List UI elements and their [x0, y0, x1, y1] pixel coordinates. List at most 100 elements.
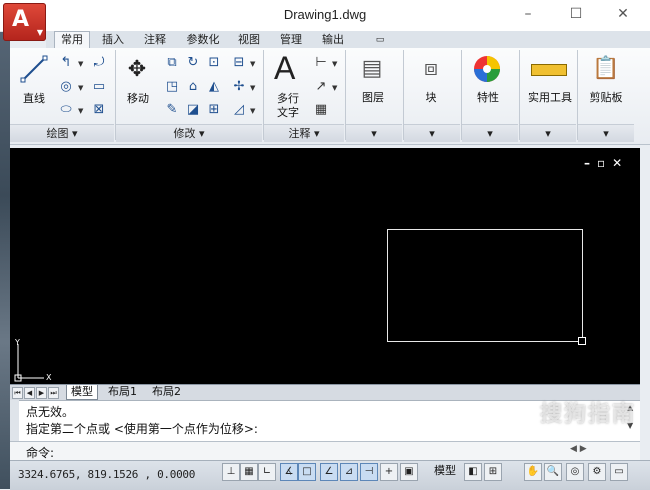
chevron-down-icon[interactable]: ▼: [78, 107, 83, 115]
hatch-icon[interactable]: ⊠: [90, 101, 108, 119]
autocad-logo-icon: A: [12, 7, 30, 32]
utilities-label[interactable]: 实用工具: [520, 89, 580, 105]
leader-icon[interactable]: ↗: [312, 78, 330, 96]
array-icon[interactable]: ⊞: [205, 101, 223, 119]
copy-icon[interactable]: ⧉: [163, 54, 181, 72]
clipboard-panel-expand[interactable]: ▾: [578, 124, 634, 142]
chevron-down-icon[interactable]: ▼: [332, 84, 337, 92]
prev-layout-icon[interactable]: ◀: [24, 387, 35, 399]
tab-view[interactable]: 视图: [232, 32, 266, 48]
dynamic-input-icon[interactable]: ⊣: [360, 463, 378, 481]
chevron-down-icon[interactable]: ▼: [78, 60, 83, 68]
model-space-button[interactable]: 模型: [434, 463, 456, 479]
rotate-icon[interactable]: ↻: [184, 54, 202, 72]
layers-icon[interactable]: ▤: [357, 54, 387, 84]
ribbon-minimize-icon[interactable]: ▭: [370, 32, 390, 48]
polyline-icon[interactable]: ↰: [57, 54, 75, 72]
rectangle-icon[interactable]: ▭: [90, 78, 108, 96]
object-snap-tracking-icon[interactable]: ∠: [320, 463, 338, 481]
steering-wheel-icon[interactable]: ◎: [566, 463, 584, 481]
table-icon[interactable]: ▦: [312, 101, 330, 119]
circle-icon[interactable]: ◎: [57, 78, 75, 96]
multiline-text-icon[interactable]: A: [274, 52, 302, 84]
lineweight-icon[interactable]: +: [380, 463, 398, 481]
modify-panel-title[interactable]: 修改 ▾: [116, 124, 262, 142]
chevron-down-icon[interactable]: ▼: [78, 84, 83, 92]
command-hscroll-icon[interactable]: ◀ ▶: [570, 444, 587, 454]
erase-icon[interactable]: ⊟: [230, 54, 248, 72]
quick-view-drawings-icon[interactable]: ⊞: [484, 463, 502, 481]
drawn-rectangle[interactable]: [387, 229, 583, 342]
paste-clipboard-icon[interactable]: 📋: [592, 54, 620, 84]
polar-tracking-icon[interactable]: ∡: [280, 463, 298, 481]
watermark: 搜狗指南: [540, 402, 637, 427]
ortho-icon[interactable]: ∟: [258, 463, 276, 481]
minimize-button[interactable]: –: [517, 4, 539, 24]
first-layout-icon[interactable]: ⏮: [12, 387, 23, 399]
scale-icon[interactable]: ⌂: [184, 78, 202, 96]
tab-model[interactable]: 模型: [66, 385, 98, 400]
ribbon-tab-bar: 常用 插入 注释 参数化 视图 管理 输出 ▭: [46, 31, 650, 48]
next-layout-icon[interactable]: ▶: [36, 387, 47, 399]
last-layout-icon[interactable]: ⏭: [48, 387, 59, 399]
fillet-icon[interactable]: ✎: [163, 101, 181, 119]
multiline-text-label-2[interactable]: 文字: [270, 104, 306, 120]
chevron-down-icon[interactable]: ▼: [332, 60, 337, 68]
offset-icon[interactable]: ◪: [184, 101, 202, 119]
block-label[interactable]: 块: [408, 89, 454, 105]
chamfer-icon[interactable]: ◿: [230, 101, 248, 119]
tab-insert[interactable]: 插入: [96, 32, 130, 48]
tab-manage[interactable]: 管理: [274, 32, 308, 48]
object-snap-icon[interactable]: □: [298, 463, 316, 481]
tab-layout2[interactable]: 布局2: [148, 385, 185, 399]
infer-constraints-icon[interactable]: ⊥: [222, 463, 240, 481]
quick-view-layouts-icon[interactable]: ◧: [464, 463, 482, 481]
tab-output[interactable]: 输出: [316, 32, 350, 48]
stretch-icon[interactable]: ◳: [163, 78, 181, 96]
layers-label[interactable]: 图层: [350, 89, 396, 105]
block-panel-expand[interactable]: ▾: [404, 124, 460, 142]
grip-handle[interactable]: [578, 337, 586, 345]
maximize-button[interactable]: ☐: [565, 4, 587, 24]
undo-arc-icon[interactable]: ⤾: [90, 54, 108, 72]
layers-panel-expand[interactable]: ▾: [346, 124, 402, 142]
dimension-icon[interactable]: ⊢: [312, 54, 330, 72]
utilities-panel-expand[interactable]: ▾: [520, 124, 576, 142]
line-icon[interactable]: [20, 54, 48, 84]
explode-icon[interactable]: ✢: [230, 78, 248, 96]
measure-ruler-icon[interactable]: [531, 64, 567, 76]
grid-icon[interactable]: ▦: [240, 463, 258, 481]
properties-label[interactable]: 特性: [465, 89, 511, 105]
quick-properties-icon[interactable]: ▣: [400, 463, 418, 481]
mirror-icon[interactable]: ◭: [205, 78, 223, 96]
draw-panel-title[interactable]: 绘图 ▾: [10, 124, 114, 142]
clipboard-label[interactable]: 剪贴板: [580, 89, 632, 105]
ucs-x-label: X: [46, 373, 52, 382]
trim-icon[interactable]: ⊡: [205, 54, 223, 72]
pan-icon[interactable]: ✋: [524, 463, 542, 481]
close-button[interactable]: ✕: [612, 4, 634, 24]
tab-layout1[interactable]: 布局1: [104, 385, 141, 399]
properties-color-wheel-icon[interactable]: [472, 54, 502, 84]
chevron-down-icon[interactable]: ▼: [250, 107, 255, 115]
block-icon[interactable]: ⧈: [416, 54, 446, 84]
clean-screen-icon[interactable]: ▭: [610, 463, 628, 481]
workspace-switch-icon[interactable]: ⚙: [588, 463, 606, 481]
line-label[interactable]: 直线: [14, 90, 54, 106]
application-menu-button[interactable]: A ▼: [3, 3, 46, 41]
tab-annotate[interactable]: 注释: [138, 32, 172, 48]
chevron-down-icon[interactable]: ▼: [250, 84, 255, 92]
annotation-panel-title[interactable]: 注释 ▾: [264, 124, 344, 142]
move-icon[interactable]: ✥: [123, 56, 151, 84]
dynamic-ucs-icon[interactable]: ⊿: [340, 463, 358, 481]
zoom-icon[interactable]: 🔍: [544, 463, 562, 481]
tab-parametric[interactable]: 参数化: [180, 32, 226, 48]
properties-panel-expand[interactable]: ▾: [462, 124, 518, 142]
tab-home[interactable]: 常用: [54, 31, 90, 48]
coordinate-readout[interactable]: 3324.6765, 819.1526 , 0.0000: [18, 468, 195, 481]
command-input-line[interactable]: 命令: ◀ ▶: [10, 441, 640, 461]
ellipse-icon[interactable]: ⬭: [57, 101, 75, 119]
chevron-down-icon[interactable]: ▼: [250, 60, 255, 68]
viewport-window-controls[interactable]: –▫✕: [584, 156, 629, 170]
move-label[interactable]: 移动: [118, 90, 158, 106]
